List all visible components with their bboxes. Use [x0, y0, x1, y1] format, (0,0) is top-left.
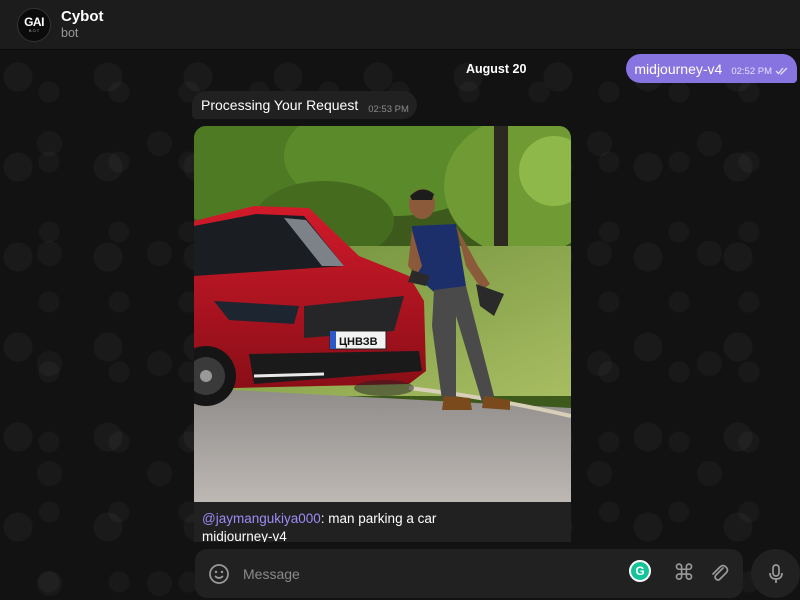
outgoing-message[interactable]: midjourney-v4 02:52 PM	[626, 54, 797, 83]
incoming-message-text: Processing Your Request	[201, 97, 359, 113]
generated-image[interactable]: ЦНВЗВ	[194, 126, 571, 502]
chat-title-block[interactable]: Cybot bot	[61, 8, 104, 41]
caption-text: : man parking a car	[320, 511, 437, 526]
avatar-logo-sub: B O T	[28, 27, 40, 33]
emoji-icon[interactable]	[208, 563, 230, 585]
media-caption: @jaymangukiya000: man parking a car midj…	[202, 510, 436, 542]
outgoing-message-text: midjourney-v4	[634, 60, 723, 77]
chat-title: Cybot	[61, 8, 104, 25]
caption-mention-link[interactable]: @jaymangukiya000	[202, 511, 321, 526]
chat-subtitle: bot	[61, 26, 79, 40]
chat-header[interactable]: GAI B O T Cybot bot	[0, 0, 800, 50]
caption-line2: midjourney-v4	[202, 528, 287, 543]
double-check-icon	[775, 66, 789, 78]
message-input[interactable]	[243, 561, 613, 587]
avatar[interactable]: GAI B O T	[17, 7, 51, 42]
incoming-message[interactable]: Processing Your Request 02:53 PM	[192, 91, 417, 119]
date-separator: August 20	[466, 62, 527, 76]
avatar-logo: GAI	[24, 14, 44, 29]
microphone-icon[interactable]	[751, 549, 800, 598]
outgoing-message-time: 02:52 PM	[731, 66, 772, 77]
media-message[interactable]: ЦНВЗВ @jaymangukiya000: man parking a ca…	[194, 126, 571, 542]
outgoing-message-meta: 02:52 PM	[731, 66, 789, 78]
attach-icon[interactable]	[708, 562, 730, 584]
command-icon[interactable]: ⌘	[672, 561, 696, 585]
message-composer[interactable]: G ⌘	[195, 549, 743, 598]
grammarly-icon[interactable]: G	[629, 560, 651, 582]
svg-text:ЦНВЗВ: ЦНВЗВ	[339, 336, 378, 348]
incoming-message-time: 02:53 PM	[368, 103, 409, 115]
